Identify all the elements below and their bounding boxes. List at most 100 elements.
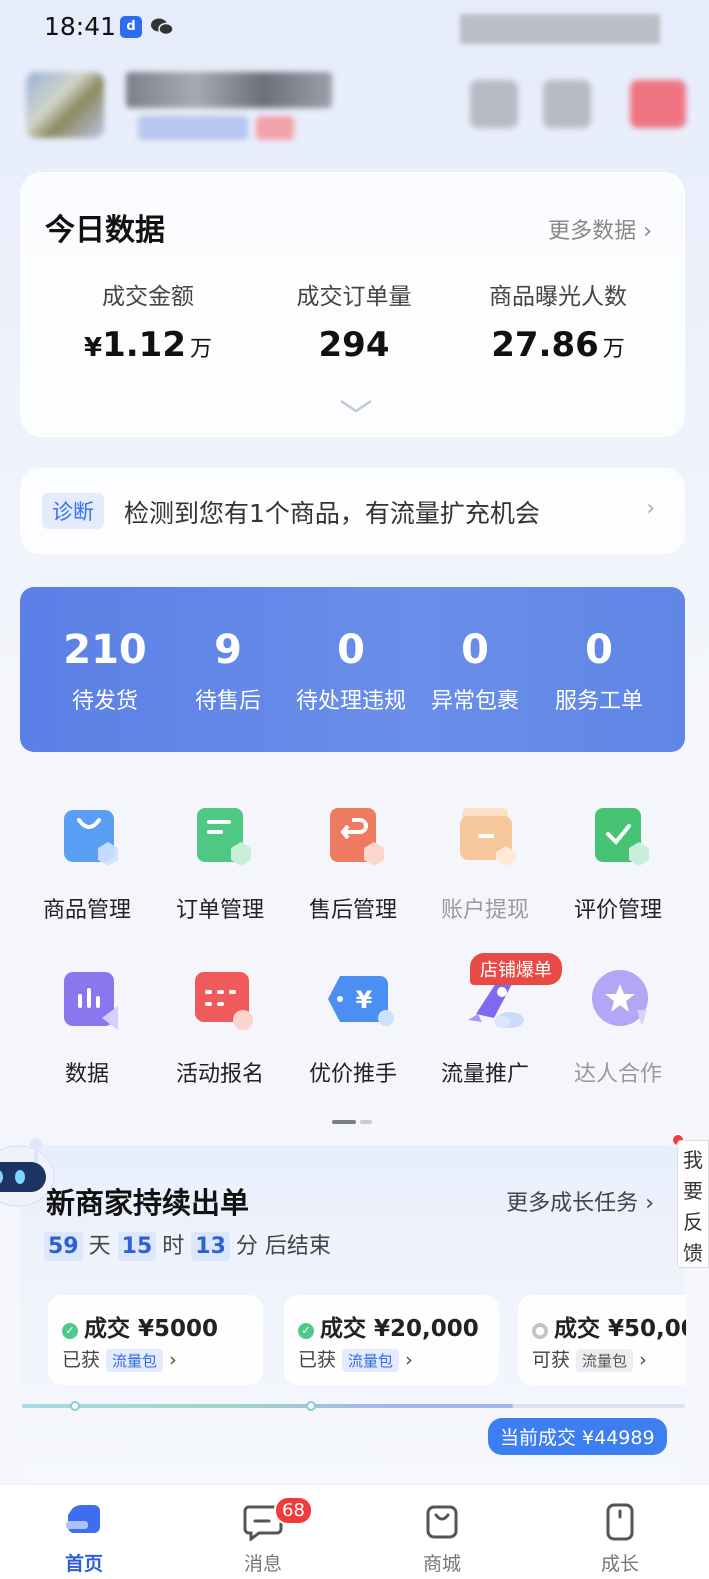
grid-label: 流量推广	[440, 1062, 529, 1087]
shop-name[interactable]	[126, 72, 332, 108]
diagnosis-banner[interactable]: 诊断 检测到您有1个商品，有流量扩充机会 ›	[20, 468, 685, 554]
grid-label: 活动报名	[175, 1062, 264, 1087]
grid-activity-signup[interactable]: 活动报名	[155, 970, 285, 1088]
stat-label: 成交金额	[102, 284, 194, 310]
chevron-right-icon: ›	[169, 1349, 177, 1371]
tab-mall[interactable]: 商城	[382, 1503, 502, 1576]
grid-aftersale-management[interactable]: 售后管理	[288, 806, 418, 924]
countdown-unit: 时	[162, 1234, 185, 1259]
grid-product-management[interactable]: 商品管理	[22, 806, 152, 924]
todo-value: 0	[585, 627, 613, 673]
todo-to-ship[interactable]: 210 待发货	[40, 627, 170, 715]
status-icons	[460, 14, 660, 44]
todo-label: 待售后	[194, 689, 261, 714]
stat-gmv[interactable]: 成交金额 ¥1.12 万	[43, 277, 253, 365]
todo-label: 待处理违规	[295, 689, 406, 714]
wechat-icon	[150, 16, 174, 38]
todo-value: 210	[63, 627, 147, 673]
grid-price-helper[interactable]: ¥ 优价推手	[288, 970, 418, 1088]
todo-violations[interactable]: 0 待处理违规	[286, 627, 416, 715]
grid-page-indicator	[332, 1109, 376, 1128]
status-time: 18:41	[44, 12, 117, 41]
diagnosis-text: 检测到您有1个商品，有流量扩充机会	[124, 499, 540, 528]
tab-growth[interactable]: 成长	[560, 1503, 680, 1576]
todo-panel: 210 待发货 9 待售后 0 待处理违规 0 异常包裹 0 服务工单	[20, 587, 685, 752]
expand-chevron-icon[interactable]	[339, 391, 373, 419]
chevron-right-icon: ›	[643, 219, 652, 244]
stat-exposure[interactable]: 商品曝光人数 27.86 万	[453, 277, 663, 365]
stat-value: 27.86	[491, 325, 599, 365]
more-data-link[interactable]: 更多数据 ›	[548, 213, 652, 245]
grid-label: 账户提现	[440, 898, 529, 923]
grid-influencer-cooperation[interactable]: 达人合作	[553, 970, 683, 1088]
tab-label: 消息	[243, 1553, 282, 1575]
bottom-tab-bar: 首页 消息 商城 成长	[0, 1484, 709, 1579]
reward-pill: 流量包	[106, 1349, 164, 1372]
stat-unit: 万	[602, 337, 625, 362]
countdown-unit: 分	[235, 1234, 258, 1259]
chevron-right-icon: ›	[405, 1349, 413, 1371]
milestone-title: 成交 ¥50,00	[554, 1316, 686, 1342]
grid-data[interactable]: 数据	[22, 970, 152, 1088]
milestone-card[interactable]: ✓ 成交 ¥5000 已获 流量包 ›	[48, 1295, 263, 1385]
hot-badge: 店铺爆单	[470, 953, 562, 985]
page-dot-active	[332, 1120, 356, 1124]
message-count-badge: 68	[274, 1496, 313, 1525]
wallet-icon	[458, 806, 516, 866]
countdown-suffix: 后结束	[264, 1234, 331, 1259]
todo-after-sale[interactable]: 9 待售后	[163, 627, 293, 715]
milestone-title: 成交 ¥20,000	[320, 1316, 479, 1342]
svg-text:¥: ¥	[356, 986, 373, 1014]
header-action-icon-1[interactable]	[470, 80, 518, 128]
todo-label: 异常包裹	[430, 689, 519, 714]
tab-label: 成长	[600, 1553, 639, 1575]
progress-node	[306, 1401, 316, 1411]
header-action-icon-3[interactable]	[630, 80, 686, 128]
progress-fill	[22, 1404, 513, 1408]
grid-label: 商品管理	[42, 898, 131, 923]
grid-traffic-promotion[interactable]: 流量推广	[420, 970, 550, 1088]
stat-label: 成交订单量	[296, 284, 412, 310]
header-action-icon-2[interactable]	[543, 80, 591, 128]
stat-unit: 万	[189, 337, 212, 362]
tab-label: 商城	[422, 1553, 461, 1575]
milestone-title: 成交 ¥5000	[84, 1316, 219, 1342]
grid-order-management[interactable]: 订单管理	[155, 806, 285, 924]
review-icon	[591, 806, 649, 866]
more-growth-tasks-link[interactable]: 更多成长任务 ›	[506, 1185, 654, 1217]
bag-icon	[60, 806, 118, 866]
grid-review-management[interactable]: 评价管理	[553, 806, 683, 924]
feedback-button[interactable]: 我要反馈	[677, 1140, 709, 1268]
growth-title: 新商家持续出单	[46, 1186, 250, 1220]
app-notification-icon: d	[120, 16, 142, 38]
todo-label: 服务工单	[554, 689, 643, 714]
tab-label: 首页	[64, 1553, 103, 1575]
home-icon	[64, 1503, 104, 1541]
growth-icon	[600, 1503, 640, 1541]
calendar-icon	[193, 970, 253, 1030]
chevron-right-icon: ›	[645, 1191, 654, 1216]
growth-progress-bar	[22, 1401, 685, 1411]
more-growth-label: 更多成长任务	[506, 1191, 639, 1216]
star-badge-icon	[591, 970, 648, 1028]
countdown: 59 天 15 时 13 分 后结束	[44, 1228, 331, 1261]
chevron-right-icon: ›	[646, 496, 655, 521]
shop-tag	[256, 116, 294, 140]
price-tag-icon: ¥	[326, 970, 394, 1028]
milestone-card[interactable]: ● 成交 ¥50,00 可获 流量包 ›	[518, 1295, 686, 1385]
todo-value: 0	[461, 627, 489, 673]
todo-value: 0	[337, 627, 365, 673]
lock-icon: ●	[532, 1323, 548, 1339]
feedback-label: 我要反馈	[683, 1148, 703, 1265]
milestone-card[interactable]: ✓ 成交 ¥20,000 已获 流量包 ›	[284, 1295, 499, 1385]
shop-avatar[interactable]	[26, 72, 104, 138]
todo-service-tickets[interactable]: 0 服务工单	[534, 627, 664, 715]
stat-orders[interactable]: 成交订单量 294	[249, 277, 459, 365]
todo-abnormal-parcels[interactable]: 0 异常包裹	[410, 627, 540, 715]
today-data-card: 今日数据 更多数据 › 成交金额 ¥1.12 万 成交订单量 294 商品曝光人数…	[20, 172, 685, 437]
tab-home[interactable]: 首页	[24, 1503, 144, 1576]
todo-value: 9	[214, 627, 242, 673]
grid-account-withdraw[interactable]: 账户提现	[420, 806, 550, 924]
countdown-hours: 15	[117, 1232, 157, 1261]
shopping-bag-icon	[422, 1503, 462, 1541]
